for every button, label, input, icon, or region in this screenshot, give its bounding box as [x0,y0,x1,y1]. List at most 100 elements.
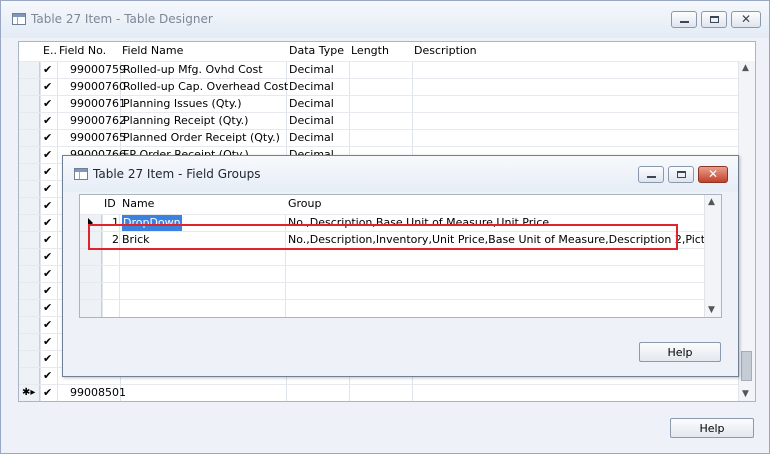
checkmark-icon[interactable]: ✔ [43,368,52,384]
checkmark-icon[interactable]: ✔ [43,334,52,350]
checkmark-icon[interactable]: ✔ [43,79,52,95]
dialog-vertical-scrollbar[interactable]: ▲ ▼ [704,195,721,317]
row-selector[interactable] [19,283,40,300]
row-selector[interactable] [19,62,40,79]
table-row[interactable] [80,282,705,300]
maximize-icon [710,16,719,23]
checkmark-icon[interactable]: ✔ [43,181,52,197]
checkmark-icon[interactable]: ✔ [43,130,52,146]
col-enabled[interactable]: E.. [43,44,57,57]
dialog-help-button[interactable]: Help [639,342,721,362]
row-selector[interactable] [19,147,40,164]
row-selector[interactable] [80,266,102,283]
table-row[interactable]: ✱▸ ✔ 99008501 [19,384,739,401]
row-selector[interactable] [19,79,40,96]
checkmark-icon[interactable]: ✔ [43,96,52,112]
checkmark-icon[interactable]: ✔ [43,300,52,316]
row-selector[interactable] [19,181,40,198]
col-name[interactable]: Name [122,197,154,210]
col-data-type[interactable]: Data Type [289,44,344,57]
field-groups-grid[interactable]: ID Name Group 1 DropDown No.,Description,B… [79,194,722,318]
checkmark-icon[interactable]: ✔ [43,249,52,265]
field-no-cell[interactable]: 99008501 [70,385,126,401]
checkmark-icon[interactable]: ✔ [43,62,52,78]
table-row[interactable]: ✔ 99000762 Planning Receipt (Qty.) Decimal [19,112,739,130]
table-row[interactable] [80,248,705,266]
dialog-minimize-button[interactable] [638,166,664,183]
col-length[interactable]: Length [351,44,389,57]
field-no-cell[interactable]: 99000765 [70,130,126,146]
data-type-cell[interactable]: Decimal [289,130,334,146]
row-selector[interactable] [19,164,40,181]
annotation-highlight-box [88,224,678,250]
minimize-button[interactable] [671,11,697,28]
close-button[interactable]: ✕ [731,11,761,28]
row-selector[interactable] [80,249,102,266]
checkmark-icon[interactable]: ✔ [43,147,52,163]
table-row[interactable]: ✔ 99000759 Rolled-up Mfg. Ovhd Cost Decimal [19,61,739,79]
scroll-thumb[interactable] [741,351,752,381]
row-selector[interactable] [19,317,40,334]
dialog-close-button[interactable]: ✕ [698,166,728,183]
checkmark-icon[interactable]: ✔ [43,283,52,299]
checkmark-icon[interactable]: ✔ [43,215,52,231]
table-row[interactable]: ✔ 99000760 Rolled-up Cap. Overhead Cost Dec… [19,78,739,96]
field-name-cell[interactable]: Rolled-up Mfg. Ovhd Cost [123,62,263,78]
row-selector[interactable] [19,232,40,249]
field-no-cell[interactable]: 99000762 [70,113,126,129]
field-name-cell[interactable]: Planning Issues (Qty.) [123,96,242,112]
help-button[interactable]: Help [670,418,754,438]
scroll-down-icon[interactable]: ▼ [742,389,749,399]
checkmark-icon[interactable]: ✔ [43,232,52,248]
scroll-up-icon[interactable]: ▲ [708,197,715,207]
checkmark-icon[interactable]: ✔ [43,198,52,214]
row-selector[interactable] [19,96,40,113]
table-row[interactable] [80,299,705,317]
maximize-button[interactable] [701,11,727,28]
field-name-cell[interactable]: Rolled-up Cap. Overhead Cost [123,79,288,95]
data-type-cell[interactable]: Decimal [289,79,334,95]
row-selector[interactable] [80,283,102,300]
row-selector[interactable] [19,113,40,130]
field-no-cell[interactable]: 99000760 [70,79,126,95]
checkmark-icon[interactable]: ✔ [43,164,52,180]
row-selector[interactable] [19,215,40,232]
row-selector[interactable] [80,300,102,317]
table-icon [12,13,26,25]
col-group[interactable]: Group [288,197,322,210]
close-icon: ✕ [740,12,752,26]
row-selector[interactable] [19,334,40,351]
table-row[interactable] [80,265,705,283]
row-selector[interactable] [19,368,40,385]
vertical-scrollbar[interactable]: ▲ ▼ [738,61,755,401]
row-selector[interactable]: ✱▸ [19,385,40,401]
col-field-name[interactable]: Field Name [122,44,183,57]
table-row[interactable]: ✔ 99000765 Planned Order Receipt (Qty.) Dec… [19,129,739,147]
data-type-cell[interactable]: Decimal [289,62,334,78]
field-no-cell[interactable]: 99000761 [70,96,126,112]
minimize-icon [647,176,656,178]
col-description[interactable]: Description [414,44,477,57]
field-no-cell[interactable]: 99000759 [70,62,126,78]
col-field-no[interactable]: Field No. [59,44,106,57]
data-type-cell[interactable]: Decimal [289,96,334,112]
row-selector[interactable] [19,198,40,215]
row-selector[interactable] [19,249,40,266]
row-selector[interactable] [19,300,40,317]
checkmark-icon[interactable]: ✔ [43,351,52,367]
scroll-up-icon[interactable]: ▲ [742,63,749,73]
row-selector[interactable] [19,130,40,147]
checkmark-icon[interactable]: ✔ [43,317,52,333]
col-id[interactable]: ID [104,197,116,210]
checkmark-icon[interactable]: ✔ [43,113,52,129]
checkmark-icon[interactable]: ✔ [43,385,52,401]
row-selector[interactable] [19,351,40,368]
data-type-cell[interactable]: Decimal [289,113,334,129]
table-row[interactable]: ✔ 99000761 Planning Issues (Qty.) Decimal [19,95,739,113]
field-name-cell[interactable]: Planned Order Receipt (Qty.) [123,130,280,146]
field-name-cell[interactable]: Planning Receipt (Qty.) [123,113,248,129]
row-selector[interactable] [19,266,40,283]
scroll-down-icon[interactable]: ▼ [708,305,715,315]
dialog-maximize-button[interactable] [668,166,694,183]
checkmark-icon[interactable]: ✔ [43,266,52,282]
